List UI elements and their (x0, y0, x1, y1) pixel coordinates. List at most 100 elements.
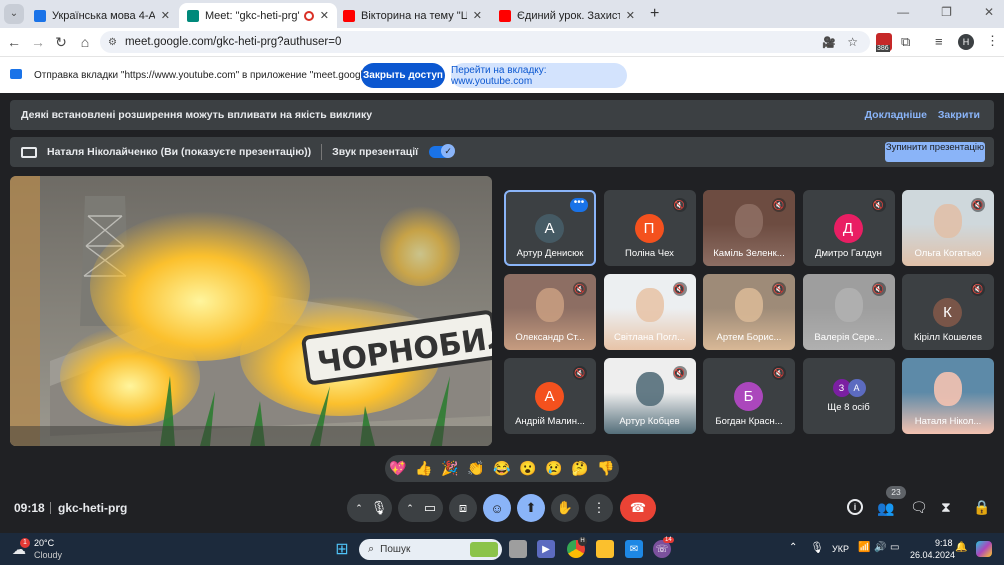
camera-button[interactable]: ▭ (417, 494, 443, 522)
more-options-icon[interactable]: ••• (570, 198, 588, 212)
browser-tab[interactable]: Українська мова 4-А ✕ (26, 3, 178, 28)
copilot-icon[interactable] (976, 541, 992, 557)
presentation-sound-toggle[interactable]: ✓ (429, 144, 456, 158)
chat-icon[interactable]: 🗨 (910, 499, 928, 516)
site-info-icon[interactable]: ⚙ (108, 37, 117, 48)
reaction-emoji[interactable]: 👎 (597, 460, 614, 477)
extensions-puzzle-icon[interactable]: ⧉ (901, 34, 910, 50)
url-text[interactable]: meet.google.com/gkc-heti-prg?authuser=0 (125, 36, 341, 48)
taskbar-search[interactable]: ⌕ Пошук (359, 539, 502, 560)
participant-name: Олександр Ст... (515, 332, 585, 343)
tab-title: Вікторина на тему "Цивільний (361, 9, 467, 22)
more-options-button[interactable]: ⋮ (585, 494, 613, 522)
new-tab-button[interactable]: + (650, 5, 659, 23)
network-icon[interactable]: 📶 (858, 542, 870, 553)
clock-time[interactable]: 9:18 (935, 538, 953, 548)
raise-hand-button[interactable]: ✋ (551, 494, 579, 522)
tab-close-icon[interactable]: ✕ (473, 9, 482, 22)
tray-chevron-icon[interactable]: ⌃ (789, 542, 797, 553)
participant-name: Андрій Малин... (515, 416, 585, 427)
meeting-info-icon[interactable]: i (847, 499, 863, 515)
participant-tile[interactable]: К 🔇 Кірілл Кошелев (902, 274, 994, 350)
forward-icon[interactable]: → (26, 34, 50, 50)
dismiss-banner-button[interactable]: Закрити (938, 109, 980, 121)
reaction-emoji[interactable]: 🤔 (571, 460, 588, 477)
microphone-button[interactable]: 🎙 (366, 494, 392, 522)
tray-mic-icon[interactable]: 🎙 (810, 541, 824, 554)
reaction-emoji[interactable]: 😢 (545, 460, 562, 477)
media-control-icon[interactable]: ≡ (935, 34, 943, 49)
participant-name: Наталя Нікол... (914, 416, 982, 427)
close-window-icon[interactable]: ✕ (984, 5, 994, 19)
file-explorer-icon[interactable] (596, 540, 614, 558)
notification-bell-icon[interactable]: 🔔 (955, 542, 967, 553)
tab-title: Українська мова 4-А (52, 9, 155, 22)
participant-face (735, 204, 763, 238)
extension-icon[interactable]: 386 (876, 33, 892, 52)
browser-tab[interactable]: Єдиний урок. Захисти сво ✕ (491, 3, 643, 28)
address-bar[interactable]: ⚙ meet.google.com/gkc-heti-prg?authuser=… (100, 31, 870, 53)
leave-call-button[interactable]: ☎ (620, 494, 656, 522)
participant-tile[interactable]: 🔇 Світлана Погл... (603, 274, 696, 350)
reaction-emoji[interactable]: 👏 (467, 460, 484, 477)
volume-icon[interactable]: 🔊 (874, 542, 886, 553)
reaction-emoji[interactable]: 🎉 (441, 460, 458, 477)
tab-search-icon[interactable]: ⌄ (4, 4, 24, 24)
tab-close-icon[interactable]: ✕ (161, 9, 170, 22)
switch-tab-button[interactable]: Перейти на вкладку: www.youtube.com (451, 63, 627, 88)
home-icon[interactable]: ⌂ (73, 34, 97, 50)
camera-icon[interactable]: 🎥 (822, 36, 836, 49)
participant-tile[interactable]: 🔇 Олександр Ст... (504, 274, 596, 350)
reaction-emoji[interactable]: 👍 (415, 460, 432, 477)
reaction-emoji[interactable]: 😮 (519, 460, 536, 477)
meeting-divider (50, 502, 51, 514)
participant-tile[interactable]: 🔇 Артур Кобцев (603, 358, 696, 434)
presentation-sound-label: Звук презентації (332, 146, 419, 158)
participant-tile[interactable]: А 🔇 Андрій Малин... (504, 358, 596, 434)
battery-icon[interactable]: ▭ (890, 542, 899, 553)
participant-tile[interactable]: Наталя Нікол... (902, 358, 994, 434)
people-icon[interactable]: 👥 (877, 500, 894, 517)
participant-tile[interactable]: 🔇 Каміль Зеленк... (703, 190, 795, 266)
presentation-view[interactable]: ЧОРНОБИЛ (10, 176, 492, 446)
reaction-emoji[interactable]: 😂 (493, 460, 510, 477)
tab-close-icon[interactable]: ✕ (626, 9, 635, 22)
participant-tile[interactable]: 🔇 Артем Борис... (703, 274, 795, 350)
bookmark-star-icon[interactable]: ☆ (847, 35, 858, 49)
task-view-icon[interactable] (509, 540, 527, 558)
participant-tile[interactable]: З А Ще 8 осіб (802, 358, 895, 434)
presenting-text: Наталя Ніколайченко (Ви (показуєте презе… (47, 146, 312, 158)
close-access-button[interactable]: Закрыть доступ (361, 63, 445, 88)
browser-tab[interactable]: Meet: "gkc-heti-prg" ✕ (179, 3, 337, 28)
presenting-banner: Наталя Ніколайченко (Ви (показуєте презе… (10, 137, 994, 167)
minimize-icon[interactable]: — (897, 5, 909, 19)
mail-icon[interactable]: ✉ (625, 540, 643, 558)
start-icon[interactable]: ⊞ (333, 540, 351, 558)
clock-date[interactable]: 26.04.2024 (910, 550, 955, 560)
back-icon[interactable]: ← (2, 34, 26, 50)
stop-presenting-button[interactable]: Зупинити презентацію (885, 142, 985, 162)
participant-tile[interactable]: 🔇 Ольга Когатько (902, 190, 994, 266)
browser-tab[interactable]: Вікторина на тему "Цивільний ✕ (335, 3, 490, 28)
profile-avatar[interactable]: Н (958, 34, 974, 50)
participant-tile[interactable]: П 🔇 Поліна Чех (603, 190, 696, 266)
reaction-emoji[interactable]: 💖 (389, 460, 406, 477)
emoji-reactions-button[interactable]: ☺ (483, 494, 511, 522)
activities-icon[interactable]: ⧗ (941, 499, 951, 516)
host-controls-icon[interactable]: 🔒 (973, 499, 990, 516)
reload-icon[interactable]: ↻ (49, 34, 73, 51)
participant-tile[interactable]: А ••• Артур Денисюк (504, 190, 596, 266)
participant-tile[interactable]: Д 🔇 Дмитро Галдун (802, 190, 895, 266)
present-now-button[interactable]: ⬆ (517, 494, 545, 522)
participant-tile[interactable]: 🔇 Валерія Сере... (802, 274, 895, 350)
menu-kebab-icon[interactable]: ⋮ (986, 33, 999, 49)
maximize-icon[interactable]: ❐ (941, 5, 952, 19)
learn-more-link[interactable]: Докладніше (865, 109, 927, 121)
weather-badge: 1 (20, 538, 30, 548)
captions-button[interactable]: ⧈ (449, 494, 477, 522)
participant-tile[interactable]: Б 🔇 Богдан Красн... (703, 358, 795, 434)
mic-off-icon: 🔇 (772, 198, 786, 212)
meet-app-icon[interactable]: ▶ (537, 540, 555, 558)
tab-close-icon[interactable]: ✕ (320, 9, 329, 22)
input-language[interactable]: УКР (832, 544, 849, 554)
